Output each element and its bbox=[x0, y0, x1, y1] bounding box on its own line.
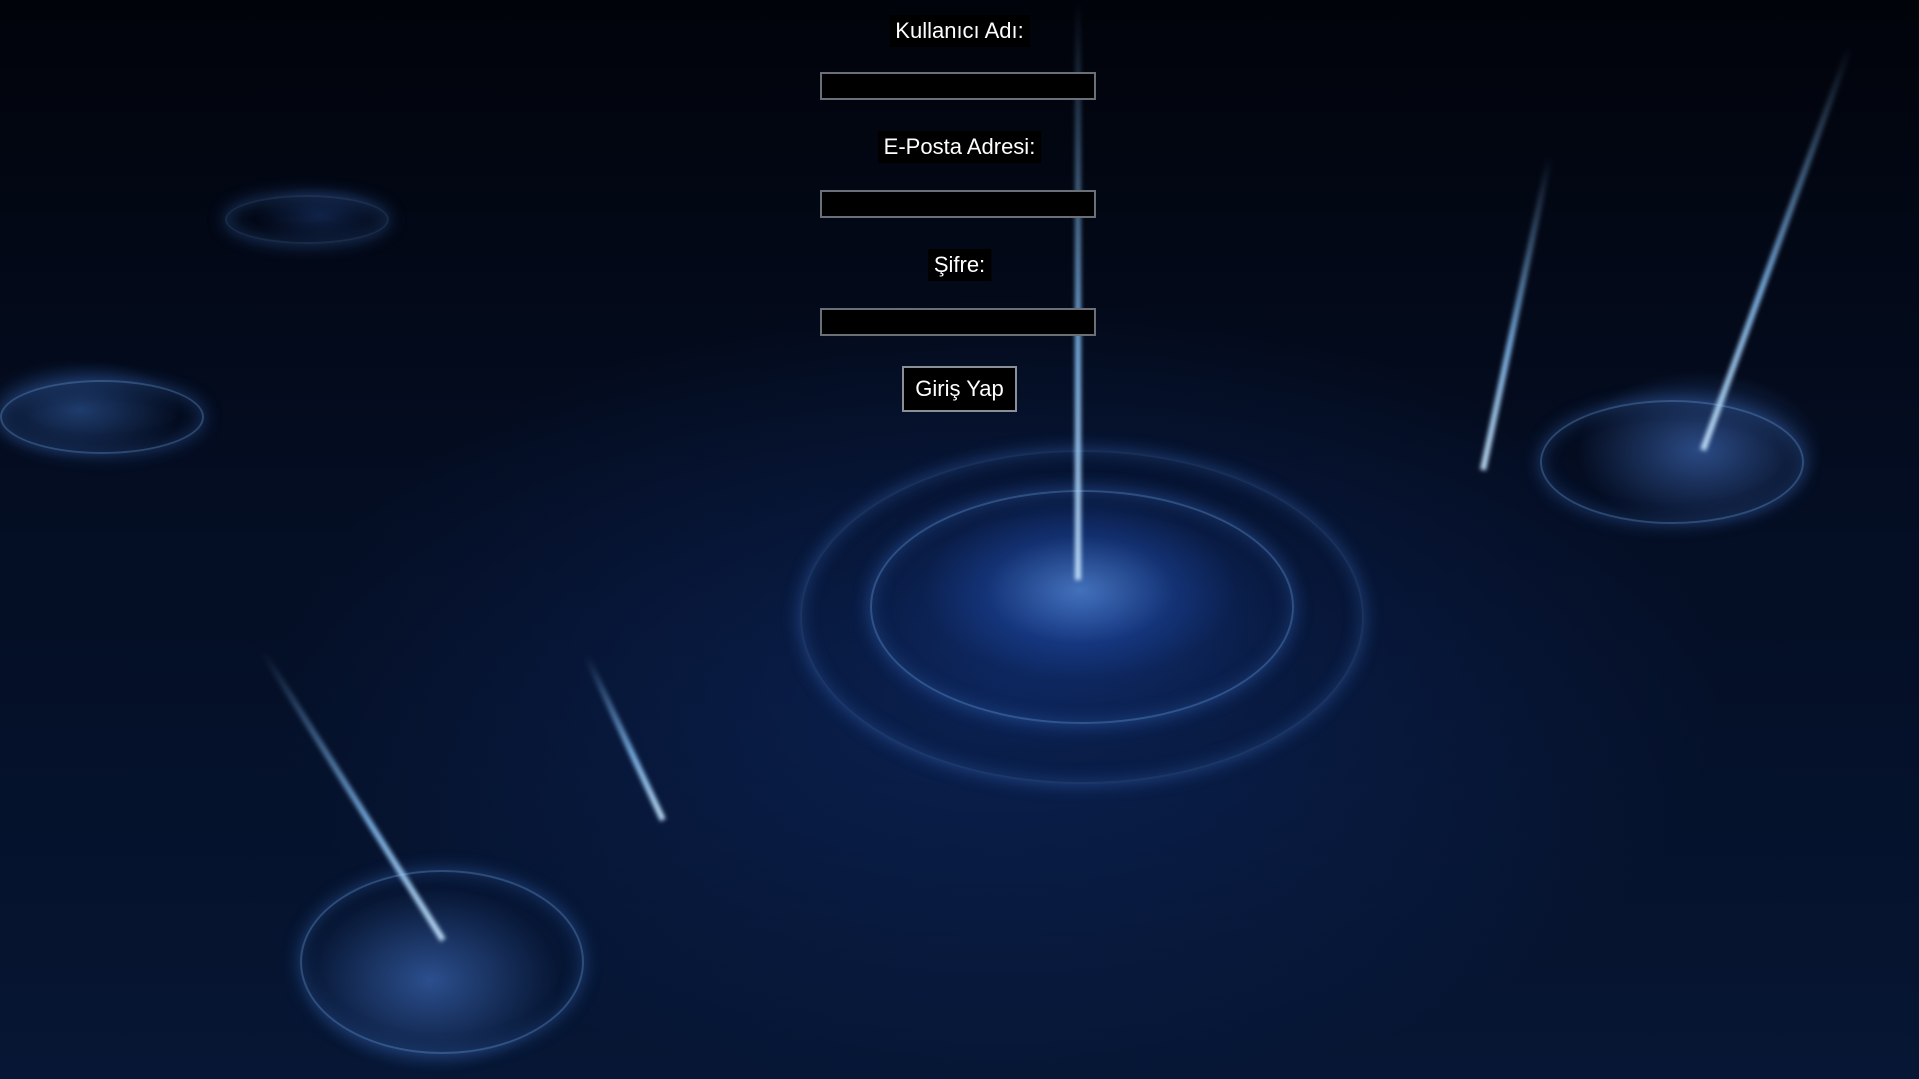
light-beam-right bbox=[1700, 44, 1853, 452]
username-input[interactable] bbox=[820, 72, 1096, 100]
fractal-background: Kullanıcı Adı: E-Posta Adresi: Şifre: Gi… bbox=[0, 0, 1919, 1079]
username-label: Kullanıcı Adı: bbox=[889, 15, 1030, 47]
password-input[interactable] bbox=[820, 308, 1096, 336]
email-input[interactable] bbox=[820, 190, 1096, 218]
fractal-ring-center-outer bbox=[800, 450, 1364, 784]
light-beam-right-2 bbox=[1480, 156, 1553, 471]
password-label: Şifre: bbox=[927, 249, 992, 281]
email-label: E-Posta Adresi: bbox=[877, 131, 1042, 163]
fractal-ring-bottom-left bbox=[300, 870, 584, 1054]
fractal-ring-left bbox=[0, 380, 204, 454]
fractal-ring-right bbox=[1540, 400, 1804, 524]
fractal-ring-top-left bbox=[225, 195, 389, 244]
light-beam-left-mid bbox=[584, 655, 666, 822]
login-button[interactable]: Giriş Yap bbox=[902, 366, 1017, 412]
